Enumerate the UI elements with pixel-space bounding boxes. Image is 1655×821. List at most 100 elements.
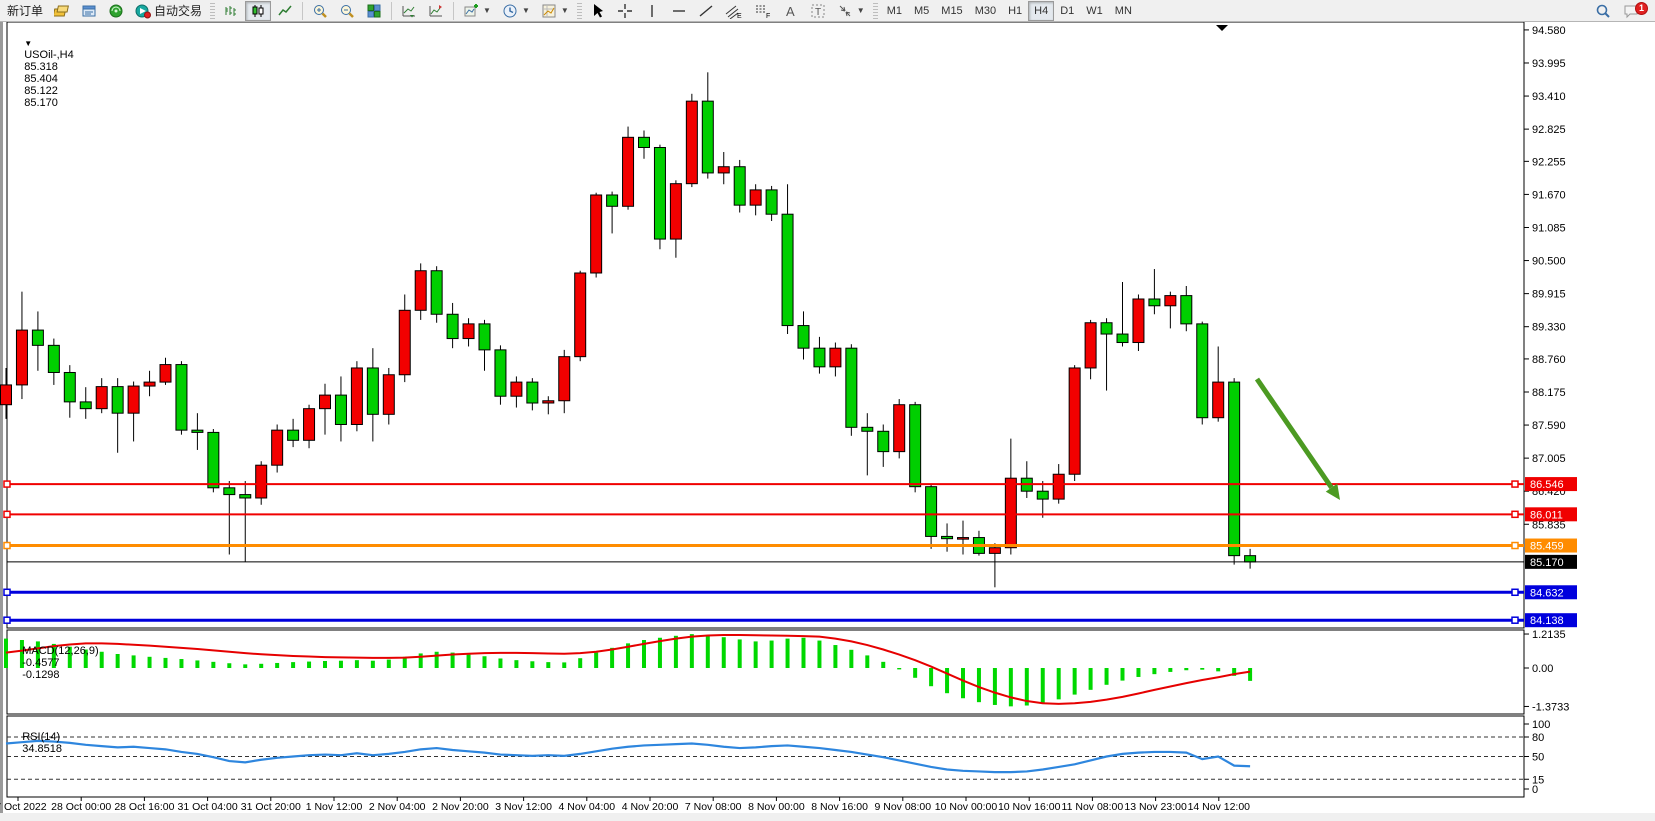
svg-text:T: T bbox=[815, 7, 821, 18]
macd-scale-label: 0.00 bbox=[1532, 663, 1553, 675]
hline-handle[interactable] bbox=[1512, 617, 1518, 623]
candle-body bbox=[479, 324, 490, 350]
time-label: 1 Nov 12:00 bbox=[306, 801, 363, 813]
notifications-button[interactable]: 1 bbox=[1617, 1, 1653, 21]
auto-scroll-button[interactable] bbox=[396, 1, 422, 21]
autotrading-label: 自动交易 bbox=[154, 2, 202, 19]
hline-handle[interactable] bbox=[1512, 543, 1518, 549]
chart-shift-button[interactable] bbox=[423, 1, 449, 21]
hline-handle[interactable] bbox=[1512, 511, 1518, 517]
fibonacci-icon: F bbox=[754, 3, 772, 19]
arrows-button[interactable]: ▼ bbox=[832, 1, 870, 21]
main-chart-panel[interactable] bbox=[7, 22, 1524, 628]
candle-body bbox=[224, 488, 235, 495]
market-watch-button[interactable] bbox=[76, 1, 102, 21]
time-label: 4 Nov 20:00 bbox=[622, 801, 679, 813]
time-label: 2 Nov 04:00 bbox=[369, 801, 426, 813]
price-tick-label: 94.580 bbox=[1532, 25, 1566, 37]
candle-body bbox=[1149, 299, 1160, 306]
candle-body bbox=[958, 538, 969, 540]
price-badge-85.170: 85.170 bbox=[1525, 555, 1577, 569]
candle-body bbox=[814, 348, 825, 367]
candle-body bbox=[926, 487, 937, 537]
hline-handle[interactable] bbox=[1512, 481, 1518, 487]
periods-clock-icon bbox=[502, 3, 518, 19]
timeframe-H1[interactable]: H1 bbox=[1002, 1, 1028, 21]
timeframe-M30[interactable]: M30 bbox=[969, 1, 1002, 21]
horizontal-line-icon bbox=[671, 3, 687, 19]
candle-body bbox=[1005, 478, 1016, 548]
hline-handle[interactable] bbox=[4, 481, 10, 487]
hline-handle[interactable] bbox=[1512, 589, 1518, 595]
price-badge-84.632: 84.632 bbox=[1525, 585, 1577, 599]
crosshair-button[interactable] bbox=[612, 1, 638, 21]
price-tick-label: 88.760 bbox=[1532, 354, 1566, 366]
line-chart-button[interactable] bbox=[272, 1, 298, 21]
candle-body bbox=[1213, 382, 1224, 418]
arrows-icon bbox=[837, 3, 853, 19]
tile-windows-icon bbox=[366, 3, 382, 19]
candle-body bbox=[1181, 296, 1192, 324]
bar-chart-button[interactable] bbox=[218, 1, 244, 21]
timeframe-H4[interactable]: H4 bbox=[1028, 1, 1054, 21]
macd-panel[interactable] bbox=[7, 630, 1524, 714]
zoom-out-button[interactable] bbox=[334, 1, 360, 21]
templates-button[interactable]: ▼ bbox=[536, 1, 574, 21]
autotrading-button[interactable]: 自动交易 bbox=[130, 1, 207, 21]
badge-text: 86.546 bbox=[1530, 479, 1564, 491]
candle-body bbox=[160, 365, 171, 383]
tile-windows-button[interactable] bbox=[361, 1, 387, 21]
candle-body bbox=[272, 430, 283, 465]
trendline-button[interactable] bbox=[693, 1, 719, 21]
timeframe-W1[interactable]: W1 bbox=[1080, 1, 1109, 21]
time-label: 3 Nov 12:00 bbox=[495, 801, 552, 813]
cursor-button[interactable] bbox=[585, 1, 611, 21]
equidistant-channel-button[interactable]: E bbox=[720, 1, 748, 21]
candle-body bbox=[288, 430, 299, 440]
dropdown-arrow-icon: ▼ bbox=[857, 6, 865, 15]
candle-body bbox=[910, 405, 921, 487]
timeframe-D1[interactable]: D1 bbox=[1054, 1, 1080, 21]
toolbar-grip bbox=[210, 3, 215, 19]
time-label: 13 Nov 23:00 bbox=[1124, 801, 1187, 813]
data-window-button[interactable] bbox=[103, 1, 129, 21]
periods-button[interactable]: ▼ bbox=[497, 1, 535, 21]
dropdown-arrow-icon: ▼ bbox=[522, 6, 530, 15]
toolbar: 新订单 自动交易 bbox=[0, 0, 1655, 22]
text-button[interactable]: A bbox=[778, 1, 804, 21]
hline-handle[interactable] bbox=[4, 589, 10, 595]
candle-body bbox=[1197, 324, 1208, 418]
text-label-icon: T bbox=[810, 3, 826, 19]
search-button[interactable] bbox=[1590, 1, 1616, 21]
horizontal-line-button[interactable] bbox=[666, 1, 692, 21]
badge-text: 84.138 bbox=[1530, 615, 1564, 627]
fibonacci-button[interactable]: F bbox=[749, 1, 777, 21]
rsi-scale-label: 80 bbox=[1532, 732, 1544, 744]
price-badge-86.011: 86.011 bbox=[1525, 507, 1577, 521]
timeframe-MN[interactable]: MN bbox=[1109, 1, 1138, 21]
hline-handle[interactable] bbox=[4, 543, 10, 549]
price-tick-label: 90.500 bbox=[1532, 256, 1566, 268]
candle-body bbox=[942, 536, 953, 538]
candle-body bbox=[766, 190, 777, 214]
timeframe-M1[interactable]: M1 bbox=[881, 1, 908, 21]
zoom-in-button[interactable] bbox=[307, 1, 333, 21]
candle-body bbox=[575, 273, 586, 357]
hline-handle[interactable] bbox=[4, 511, 10, 517]
candle-body bbox=[670, 184, 681, 239]
text-label-button[interactable]: T bbox=[805, 1, 831, 21]
candle-body bbox=[447, 314, 458, 338]
price-tick-label: 89.330 bbox=[1532, 322, 1566, 334]
chart-canvas[interactable]: 94.58093.99593.41092.82592.25591.67091.0… bbox=[0, 22, 1655, 821]
candle-body bbox=[607, 195, 618, 206]
new-order-button[interactable]: 新订单 bbox=[2, 1, 48, 21]
candlestick-chart-button[interactable] bbox=[245, 1, 271, 21]
hline-handle[interactable] bbox=[4, 617, 10, 623]
new-chart-button[interactable] bbox=[49, 1, 75, 21]
badge-text: 86.011 bbox=[1530, 509, 1563, 521]
timeframe-M5[interactable]: M5 bbox=[908, 1, 935, 21]
vertical-line-button[interactable] bbox=[639, 1, 665, 21]
text-icon: A bbox=[783, 3, 799, 19]
indicators-button[interactable]: ▼ bbox=[458, 1, 496, 21]
timeframe-M15[interactable]: M15 bbox=[935, 1, 968, 21]
